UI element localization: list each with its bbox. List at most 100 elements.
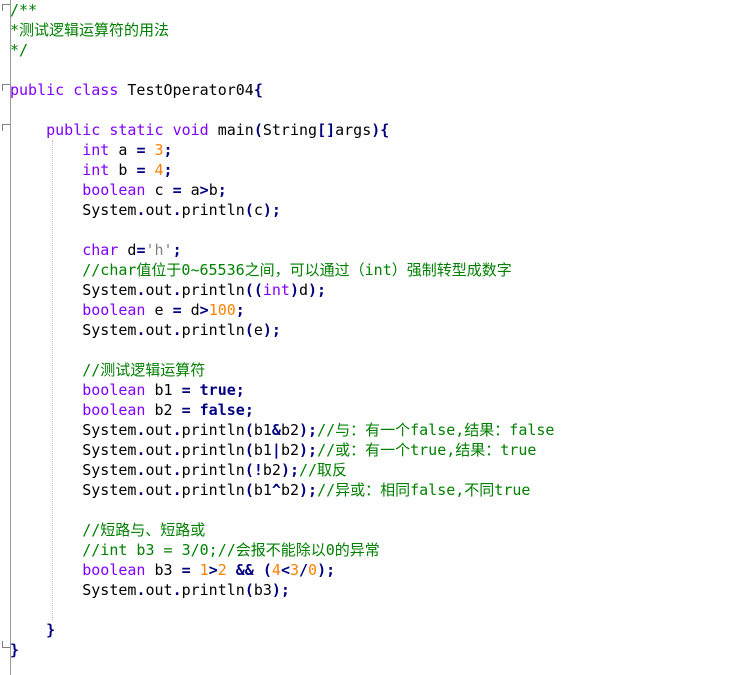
code-line[interactable]: //短路与、短路或 (10, 520, 205, 540)
code-line[interactable]: boolean b2 = false; (10, 400, 254, 420)
code-line[interactable]: //int b3 = 3/0;//会报不能除以0的异常 (10, 540, 380, 560)
code-line[interactable]: System.out.println(b3); (10, 580, 290, 600)
code-token: ){ (371, 121, 390, 139)
code-line[interactable]: System.out.println(!b2);//取反 (10, 460, 347, 480)
code-token: ( (244, 421, 254, 439)
code-token: ( (244, 201, 254, 219)
code-token: b (208, 181, 218, 199)
code-token: b2 (280, 441, 299, 459)
code-line[interactable]: public static void main(String[]args){ (10, 120, 389, 140)
code-line[interactable]: int b = 4; (10, 160, 172, 180)
code-line[interactable]: System.out.println(c); (10, 200, 281, 220)
code-line[interactable]: boolean b3 = 1>2 && (4<3/0); (10, 560, 335, 580)
fold-marker-comment[interactable] (2, 4, 10, 11)
code-token: println (181, 581, 245, 599)
code-token: ( (253, 121, 263, 139)
code-token: out (145, 461, 173, 479)
code-token: main (208, 121, 254, 139)
code-token: ; (217, 181, 227, 199)
code-token: System (10, 481, 137, 499)
code-editor[interactable]: /** *测试逻辑运算符的用法 */ public class TestOperato… (0, 0, 741, 675)
code-token: //int b3 = 3/0;//会报不能除以0的异常 (82, 541, 380, 559)
code-line[interactable]: //测试逻辑运算符 (10, 360, 205, 380)
code-line[interactable]: /** (10, 0, 37, 20)
code-token: 3 (289, 561, 299, 579)
code-token: ; (235, 301, 245, 319)
code-token: b1 (145, 381, 182, 399)
code-token: b1 (253, 481, 272, 499)
code-token: 4 (271, 561, 281, 579)
code-line[interactable]: System.out.println(b1^b2);//异或：相同false,不… (10, 480, 530, 500)
code-token: && (235, 561, 254, 579)
code-token: System (10, 441, 137, 459)
code-token: > (199, 301, 209, 319)
code-token: boolean (82, 381, 146, 399)
code-token: b2 (145, 401, 182, 419)
code-token: c (253, 201, 263, 219)
code-token: //异或：相同false,不同true (317, 481, 531, 499)
code-token: */ (10, 41, 29, 59)
code-token: false (199, 401, 245, 419)
code-token: println (181, 421, 245, 439)
code-token: boolean (82, 401, 146, 419)
code-token: System (10, 201, 137, 219)
code-token: //或：有一个true,结果：true (317, 441, 537, 459)
code-token: ); (308, 281, 327, 299)
code-token: | (271, 441, 281, 459)
fold-marker-class[interactable] (2, 84, 10, 91)
code-line[interactable]: boolean e = d>100; (10, 300, 245, 320)
code-line[interactable]: */ (10, 40, 28, 60)
code-token: . (172, 321, 182, 339)
code-token: /** (10, 1, 38, 19)
code-line[interactable]: public class TestOperator04{ (10, 80, 263, 100)
code-token: ); (262, 201, 281, 219)
code-token: ; (163, 141, 173, 159)
code-token: & (271, 421, 281, 439)
code-line[interactable]: boolean b1 = true; (10, 380, 245, 400)
code-line[interactable]: char d='h'; (10, 240, 182, 260)
code-token: 3 (154, 141, 164, 159)
code-token: ^ (271, 481, 281, 499)
code-token: 'h' (145, 241, 173, 259)
code-token: ; (172, 241, 182, 259)
code-line[interactable]: System.out.println(b1|b2);//或：有一个true,结果… (10, 440, 536, 460)
code-token: out (145, 421, 173, 439)
code-token: 2 (217, 561, 227, 579)
fold-end-marker (2, 641, 10, 648)
code-token: //char值位于0~65536之间，可以通过（int）强制转型成数字 (82, 261, 512, 279)
code-line[interactable]: } (10, 620, 55, 640)
code-token: ( (244, 481, 254, 499)
code-line[interactable]: int a = 3; (10, 140, 173, 160)
fold-marker-method[interactable] (2, 124, 10, 131)
code-line[interactable]: *测试逻辑运算符的用法 (10, 20, 169, 40)
code-token: b1 (253, 441, 272, 459)
code-token: . (172, 201, 182, 219)
code-token: static (109, 121, 164, 139)
code-token: . (172, 481, 182, 499)
code-token: out (145, 441, 173, 459)
code-line[interactable]: System.out.println((int)d); (10, 280, 326, 300)
code-line[interactable]: boolean c = a>b; (10, 180, 227, 200)
code-token: println (181, 461, 245, 479)
code-token: //取反 (299, 461, 348, 479)
code-line[interactable]: //char值位于0~65536之间，可以通过（int）强制转型成数字 (10, 260, 512, 280)
code-token: args (335, 121, 372, 139)
code-token: e (145, 301, 173, 319)
code-token: = (181, 401, 191, 419)
code-line[interactable]: System.out.println(e); (10, 320, 281, 340)
code-line[interactable]: System.out.println(b1&b2);//与：有一个false,结… (10, 420, 554, 440)
code-line[interactable]: } (10, 640, 19, 660)
code-token: System (10, 461, 137, 479)
code-token: println (181, 201, 245, 219)
code-token: > (199, 181, 209, 199)
code-token: d (181, 301, 200, 319)
code-token: b2 (262, 461, 281, 479)
